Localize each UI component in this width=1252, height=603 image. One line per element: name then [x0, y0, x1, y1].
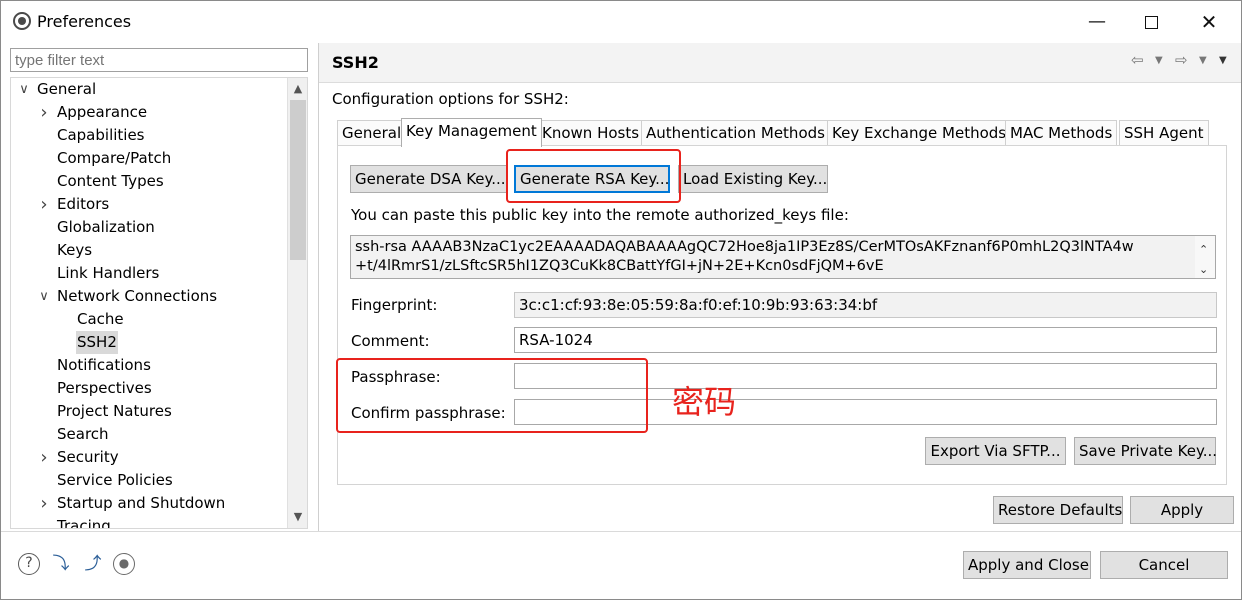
back-arrow-icon[interactable]: ⇦ [1131, 51, 1144, 69]
tree-item-label: Project Natures [57, 402, 172, 420]
export-via-sftp-button[interactable]: Export Via SFTP... [925, 437, 1066, 465]
maximize-icon [1144, 15, 1158, 29]
tree-item-label: Compare/Patch [57, 149, 172, 167]
cancel-button[interactable]: Cancel [1100, 551, 1228, 579]
close-button[interactable]: ✕ [1186, 7, 1232, 37]
tab-known-hosts[interactable]: Known Hosts [537, 120, 645, 146]
tab-general[interactable]: General [337, 120, 407, 146]
tree-item-label: Security [57, 448, 119, 466]
collapsed-chevron-icon[interactable]: › [37, 446, 51, 469]
tree-item-label: Service Policies [57, 471, 173, 489]
load-existing-key-button[interactable]: Load Existing Key... [678, 165, 828, 193]
tree-item-label: Appearance [57, 103, 148, 121]
title-bar: Preferences — ✕ [1, 1, 1241, 43]
filter-input[interactable] [10, 48, 308, 72]
expanded-chevron-icon[interactable]: ∨ [37, 285, 51, 308]
forward-arrow-icon[interactable]: ⇨ [1175, 51, 1188, 69]
public-key-scrollbar[interactable]: ⌃ ⌄ [1195, 236, 1215, 278]
paste-hint-label: You can paste this public key into the r… [351, 206, 849, 224]
page-description: Configuration options for SSH2: [332, 90, 569, 108]
fingerprint-field[interactable]: 3c:c1:cf:93:8e:05:59:8a:f0:ef:10:9b:93:6… [514, 292, 1217, 318]
forward-menu-icon[interactable]: ▼ [1199, 55, 1207, 66]
expanded-chevron-icon[interactable]: ∨ [17, 78, 31, 101]
view-menu-icon[interactable]: ▼ [1219, 55, 1227, 66]
scroll-up-icon[interactable]: ▲ [288, 80, 307, 98]
preferences-window: Preferences — ✕ ▲ ▼ ∨ General › Appearance C… [0, 0, 1242, 600]
tree-item-label: Keys [57, 241, 93, 259]
save-private-key-button[interactable]: Save Private Key... [1074, 437, 1217, 465]
preferences-tree: ▲ ▼ ∨ General › Appearance Capabilities Compa… [10, 77, 308, 529]
pane-splitter[interactable] [318, 43, 319, 531]
public-key-textarea[interactable]: ssh-rsa AAAAB3NzaC1yc2EAAAADAQABAAAAgQC7… [350, 235, 1216, 279]
apply-and-close-button[interactable]: Apply and Close [963, 551, 1091, 579]
tree-scroll-thumb[interactable] [290, 100, 306, 260]
tree-item-label: Search [57, 425, 109, 443]
tab-key-management[interactable]: Key Management [401, 118, 542, 147]
collapsed-chevron-icon[interactable]: › [37, 492, 51, 515]
tree-item-label: SSH2 [76, 331, 118, 354]
restore-defaults-button[interactable]: Restore Defaults [993, 496, 1123, 524]
tab-ssh-agent[interactable]: SSH Agent [1119, 120, 1209, 146]
tab-key-exchange-methods[interactable]: Key Exchange Methods [827, 120, 1012, 146]
minimize-button[interactable]: — [1074, 7, 1120, 37]
fingerprint-label: Fingerprint: [351, 296, 438, 314]
scroll-down-icon[interactable]: ▼ [288, 508, 307, 526]
tree-item-label: Notifications [57, 356, 151, 374]
maximize-button[interactable] [1128, 7, 1174, 37]
tab-authentication-methods[interactable]: Authentication Methods [641, 120, 830, 146]
annotation-text: 密码 [672, 383, 737, 421]
tab-mac-methods[interactable]: MAC Methods [1005, 120, 1118, 146]
annotation-highlight-passphrase [336, 358, 648, 433]
collapsed-chevron-icon[interactable]: › [37, 101, 51, 124]
tree-item-label: Network Connections [57, 287, 218, 305]
public-key-line-1: ssh-rsa AAAAB3NzaC1yc2EAAAADAQABAAAAgQC7… [355, 239, 1134, 255]
tree-item-label: Capabilities [57, 126, 145, 144]
window-title: Preferences [37, 12, 132, 31]
help-icon[interactable]: ? [18, 553, 40, 575]
footer-separator [1, 531, 1241, 532]
scroll-up-icon[interactable]: ⌃ [1199, 240, 1208, 259]
tree-item-label: Content Types [57, 172, 164, 190]
import-icon[interactable]: ⤵ [50, 553, 72, 575]
tree-item-label: General [37, 80, 97, 98]
tree-item-label: Globalization [57, 218, 155, 236]
export-icon[interactable]: ⤴ [82, 553, 104, 575]
record-icon[interactable]: ● [113, 553, 135, 575]
page-title: SSH2 [332, 53, 379, 72]
eclipse-app-icon [13, 12, 31, 30]
back-menu-icon[interactable]: ▼ [1155, 55, 1163, 66]
apply-button[interactable]: Apply [1130, 496, 1234, 524]
tree-scrollbar[interactable]: ▲ ▼ [287, 78, 307, 528]
annotation-highlight-rsa [506, 149, 681, 203]
tree-item-label: Editors [57, 195, 110, 213]
comment-label: Comment: [351, 332, 430, 350]
collapsed-chevron-icon[interactable]: › [37, 193, 51, 216]
public-key-line-2: +t/4lRmrS1/zLSftcSR5hI1ZQ3CuKk8CBattYfGI… [355, 258, 884, 274]
comment-field[interactable]: RSA-1024 [514, 327, 1217, 353]
scroll-down-icon[interactable]: ⌄ [1199, 260, 1208, 279]
generate-dsa-key-button[interactable]: Generate DSA Key... [350, 165, 508, 193]
page-header: SSH2 ⇦ ▼ ⇨ ▼ ▼ [319, 43, 1241, 83]
tree-item-label: Perspectives [57, 379, 152, 397]
tree-item-label: Cache [77, 310, 124, 328]
tree-item-label: Link Handlers [57, 264, 160, 282]
tree-item-label: Startup and Shutdown [57, 494, 226, 512]
tree-item-label: Tracing [57, 517, 111, 529]
